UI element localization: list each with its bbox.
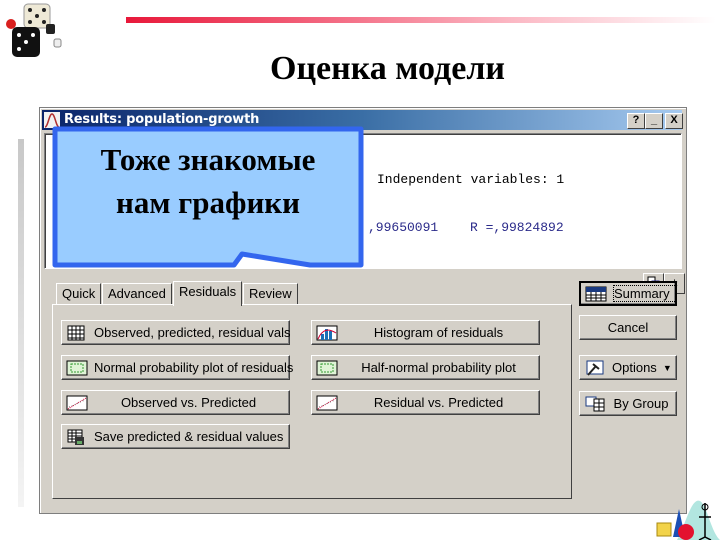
r-value: R =,99824892: [470, 220, 564, 235]
half-normal-probability-plot-button[interactable]: Half-normal probability plot: [311, 355, 540, 380]
independent-variables-text: Independent variables: 1: [377, 172, 565, 187]
scatterplot-icon: [316, 395, 338, 410]
button-label: Histogram of residuals: [373, 325, 504, 340]
r-squared-value: ,99650091: [368, 220, 439, 235]
scatterplot-icon: [66, 395, 88, 410]
tab-residuals[interactable]: Residuals: [173, 281, 243, 306]
button-label: Options: [612, 360, 657, 375]
button-label: Half-normal probability plot: [361, 360, 516, 375]
button-label: Save predicted & residual values: [94, 429, 284, 444]
callout-line-1: Тоже знакомые: [100, 142, 316, 177]
save-grid-icon: [67, 429, 84, 445]
math-shapes-clipart: [656, 500, 720, 540]
histogram-of-residuals-button[interactable]: Histogram of residuals: [311, 320, 540, 345]
button-label: Observed vs. Predicted: [120, 395, 257, 410]
button-label: By Group: [613, 396, 669, 411]
tab-advanced[interactable]: Advanced: [102, 283, 172, 304]
summary-button[interactable]: Summary: [579, 281, 677, 306]
callout-line-2: нам графики: [115, 185, 301, 220]
close-button[interactable]: X: [665, 113, 683, 129]
cancel-button[interactable]: Cancel: [579, 315, 677, 340]
by-group-icon: [585, 396, 605, 411]
button-label: Normal probability plot of residuals: [94, 360, 294, 375]
probability-plot-icon: [66, 360, 88, 375]
options-icon: [586, 360, 604, 376]
button-label: Summary: [613, 285, 677, 302]
normal-probability-plot-button[interactable]: Normal probability plot of residuals: [61, 355, 293, 380]
tab-review[interactable]: Review: [243, 283, 298, 304]
minimize-button[interactable]: _: [645, 113, 663, 129]
observed-vs-predicted-button[interactable]: Observed vs. Predicted: [61, 390, 290, 415]
button-label: Observed, predicted, residual vals: [94, 325, 291, 340]
help-button[interactable]: ?: [627, 113, 645, 129]
window-title: Results: population-growth: [64, 112, 260, 127]
tab-quick[interactable]: Quick: [56, 283, 102, 304]
dropdown-arrow-icon: ▼: [662, 362, 672, 373]
accent-line: [126, 17, 716, 23]
by-group-button[interactable]: By Group: [579, 391, 677, 416]
save-predicted-residual-button[interactable]: Save predicted & residual values: [61, 424, 290, 449]
summary-icon: [585, 286, 607, 301]
button-label: Residual vs. Predicted: [373, 395, 504, 410]
left-rule: [18, 139, 24, 507]
options-button[interactable]: Options ▼: [579, 355, 677, 380]
callout-text: Тоже знакомые нам графики: [52, 138, 364, 224]
probability-plot-icon: [316, 360, 338, 375]
slide-title: Оценка модели: [270, 50, 505, 87]
histogram-icon: [316, 325, 338, 340]
grid-icon: [67, 325, 85, 340]
observed-predicted-residual-button[interactable]: Observed, predicted, residual vals: [61, 320, 291, 345]
button-label: Cancel: [607, 320, 649, 335]
residual-vs-predicted-button[interactable]: Residual vs. Predicted: [311, 390, 540, 415]
